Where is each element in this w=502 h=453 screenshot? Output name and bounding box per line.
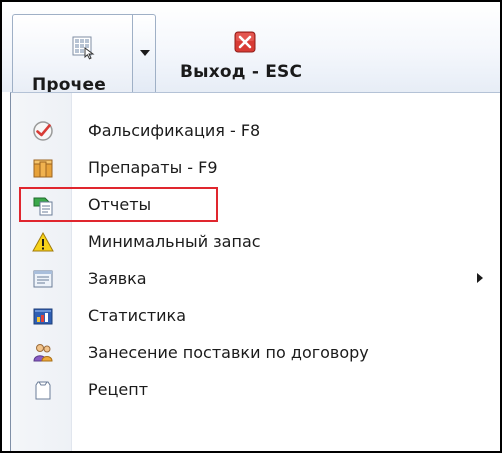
dropdown-menu: Фальсификация - F8 Препараты - F9 Отчеты — [10, 92, 500, 451]
exit-button-label[interactable]: Выход - ESC — [180, 62, 302, 82]
menu-item-label: Минимальный запас — [88, 232, 261, 251]
warning-icon — [32, 231, 54, 252]
document-icon — [33, 270, 53, 288]
toolbar: Прочее Выход - ESC — [2, 2, 500, 95]
menu-item-label: Препараты - F9 — [88, 158, 218, 177]
other-dropdown-button[interactable] — [132, 14, 156, 92]
chart-icon — [33, 308, 53, 325]
menu-item-min-stock[interactable]: Минимальный запас — [11, 224, 500, 261]
menu-item-reports[interactable]: Отчеты — [11, 187, 500, 224]
menu-item-contract-delivery[interactable]: Занесение поставки по договору — [11, 335, 500, 372]
menu-item-prescription[interactable]: Рецепт — [11, 372, 500, 409]
menu-item-label: Занесение поставки по договору — [88, 343, 369, 362]
close-icon[interactable] — [234, 31, 256, 53]
menu-item-drugs[interactable]: Препараты - F9 — [11, 150, 500, 187]
users-icon — [33, 344, 53, 362]
menu-item-label: Фальсификация - F8 — [88, 121, 261, 140]
report-icon — [33, 197, 53, 216]
chevron-down-icon — [140, 50, 150, 56]
menu-item-label: Заявка — [88, 269, 147, 288]
menu-item-request[interactable]: Заявка — [11, 261, 500, 298]
menu-item-label: Отчеты — [88, 195, 152, 214]
menu-item-statistics[interactable]: Статистика — [11, 298, 500, 335]
menu-item-falsification[interactable]: Фальсификация - F8 — [11, 113, 500, 150]
toolbar-grid-icon — [72, 36, 95, 60]
prescription-icon — [35, 381, 51, 400]
other-button[interactable]: Прочее — [12, 14, 132, 95]
menu-item-label: Рецепт — [88, 380, 149, 399]
window-frame: Прочее Выход - ESC Фальсификация - F8 Пр… — [0, 0, 502, 453]
menu-item-label: Статистика — [88, 306, 186, 325]
check-badge-icon — [33, 121, 53, 141]
book-box-icon — [33, 159, 53, 178]
chevron-right-icon — [477, 273, 483, 283]
